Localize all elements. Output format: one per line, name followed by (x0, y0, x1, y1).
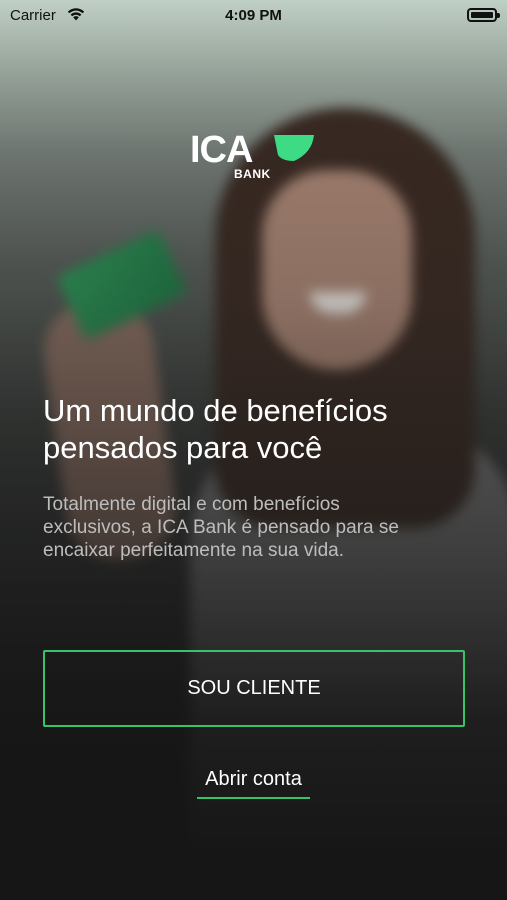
description-line-3: encaixar perfeitamente na sua vida. (43, 540, 345, 561)
status-time: 4:09 PM (225, 7, 282, 24)
logo-subtitle: BANK (234, 167, 271, 181)
ica-bank-logo: ICA BANK (190, 131, 320, 181)
sou-cliente-button[interactable]: SOU CLIENTE (43, 650, 465, 727)
welcome-screen: Carrier 4:09 PM ICA BANK Um mundo de ben… (0, 0, 507, 900)
hero-description: Totalmente digital e com benefícios excl… (43, 493, 463, 562)
status-bar: Carrier 4:09 PM (0, 0, 507, 32)
hero-headline: Um mundo de benefícios pensados para voc… (43, 392, 483, 466)
logo-wordmark: ICA (190, 129, 253, 171)
description-line-2: exclusivos, a ICA Bank é pensado para se (43, 517, 399, 538)
headline-line-1: Um mundo de benefícios (43, 393, 388, 428)
battery-icon (467, 8, 500, 22)
abrir-conta-link[interactable]: Abrir conta (197, 768, 310, 799)
logo-leaf-icon (274, 135, 314, 161)
headline-line-2: pensados para você (43, 430, 323, 465)
description-line-1: Totalmente digital e com benefícios (43, 494, 340, 515)
